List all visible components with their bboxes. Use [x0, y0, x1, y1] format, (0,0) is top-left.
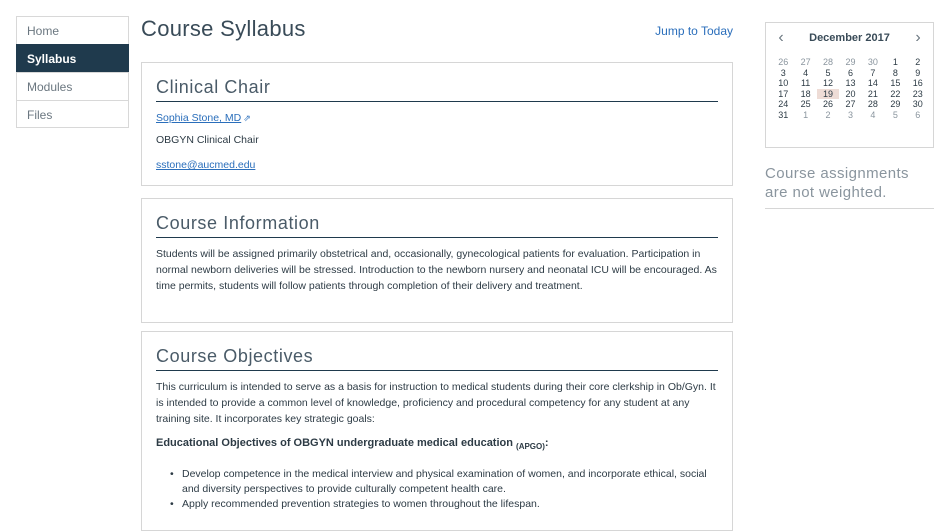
- clinical-chair-heading: Clinical Chair: [156, 63, 718, 102]
- calendar-day[interactable]: 3: [772, 68, 794, 79]
- calendar-day[interactable]: 2: [817, 110, 839, 121]
- calendar-day[interactable]: 17: [772, 89, 794, 100]
- calendar-day[interactable]: 24: [772, 99, 794, 110]
- jump-to-today-link[interactable]: Jump to Today: [655, 24, 733, 38]
- calendar-day[interactable]: 4: [862, 110, 884, 121]
- chair-name-line: Sophia Stone, MD ⇗: [156, 110, 718, 126]
- calendar-day[interactable]: 31: [772, 110, 794, 121]
- calendar-day[interactable]: 1: [794, 110, 816, 121]
- calendar-day[interactable]: 28: [862, 99, 884, 110]
- calendar-week-row: 31 1 2 3 4 5 6: [772, 110, 929, 121]
- calendar-day[interactable]: 16: [907, 78, 929, 89]
- calendar-day[interactable]: 29: [839, 57, 861, 68]
- chair-email-link[interactable]: sstone@aucmed.edu: [156, 159, 255, 171]
- calendar-day[interactable]: 27: [839, 99, 861, 110]
- calendar-day[interactable]: 30: [862, 57, 884, 68]
- course-objectives-card: Course Objectives This curriculum is int…: [141, 331, 733, 531]
- course-information-body: Students will be assigned primarily obst…: [156, 248, 717, 292]
- calendar-day[interactable]: 5: [817, 68, 839, 79]
- calendar-day[interactable]: 22: [884, 89, 906, 100]
- calendar-day[interactable]: 2: [907, 57, 929, 68]
- page-title: Course Syllabus: [141, 16, 306, 41]
- calendar-day[interactable]: 8: [884, 68, 906, 79]
- chair-name-link[interactable]: Sophia Stone, MD: [156, 112, 241, 124]
- nav-item-home[interactable]: Home: [16, 16, 129, 44]
- course-information-heading: Course Information: [156, 199, 718, 238]
- list-item: • Apply recommended prevention strategies…: [170, 497, 718, 512]
- calendar-day[interactable]: 30: [907, 99, 929, 110]
- clinical-chair-card: Clinical Chair Sophia Stone, MD ⇗ OBGYN C…: [141, 62, 733, 186]
- calendar-week-row: 3456789: [772, 68, 929, 79]
- external-link-icon: ⇗: [243, 113, 251, 123]
- calendar-day[interactable]: 26: [817, 99, 839, 110]
- calendar-day[interactable]: 26: [772, 57, 794, 68]
- assignment-weight-note: Course assignments are not weighted.: [765, 164, 934, 209]
- calendar-week-row: 17 18 19 20 21 22 23: [772, 88, 929, 100]
- calendar-day[interactable]: 28: [817, 57, 839, 68]
- calendar-week-row: 24 25 26 27 28 29 30: [772, 99, 929, 110]
- calendar-week-row: 10 11 12 13 14 15 16: [772, 78, 929, 89]
- calendar-day[interactable]: 18: [794, 89, 816, 100]
- calendar-week-row: 26 27 28 29 30 1 2: [772, 57, 929, 68]
- bullet-icon: •: [170, 468, 174, 481]
- bullet-icon: •: [170, 498, 174, 511]
- calendar-day[interactable]: 12: [817, 78, 839, 89]
- objective-text: Develop competence in the medical interv…: [182, 468, 707, 496]
- calendar-day[interactable]: 6: [907, 110, 929, 121]
- nav-item-syllabus[interactable]: Syllabus: [16, 44, 129, 72]
- calendar-day[interactable]: 10: [772, 78, 794, 89]
- calendar-day[interactable]: 29: [884, 99, 906, 110]
- educational-objectives-heading: Educational Objectives of OBGYN undergra…: [156, 435, 718, 455]
- calendar-day[interactable]: 9: [907, 68, 929, 79]
- chevron-right-icon[interactable]: ›: [909, 23, 927, 53]
- mini-calendar: ‹ December 2017 › 26 27 28 29 30 1 2 3 4 5 6 7 8 9 10 1…: [765, 22, 934, 148]
- apgo-subscript: (APGO): [516, 442, 545, 452]
- calendar-day[interactable]: 14: [862, 78, 884, 89]
- calendar-day[interactable]: 3: [839, 110, 861, 121]
- calendar-header: ‹ December 2017 ›: [766, 23, 933, 53]
- chevron-left-icon[interactable]: ‹: [772, 23, 790, 53]
- course-objectives-heading: Course Objectives: [156, 332, 718, 371]
- calendar-day[interactable]: 7: [862, 68, 884, 79]
- educational-objectives-colon: :: [544, 437, 549, 449]
- calendar-day[interactable]: 4: [794, 68, 816, 79]
- calendar-day[interactable]: 13: [839, 78, 861, 89]
- calendar-grid: 26 27 28 29 30 1 2 3 4 5 6 7 8 9 10 11 12 13 14 15 16 17 18 19 2…: [772, 57, 929, 120]
- calendar-month-label: December 2017: [809, 32, 890, 44]
- calendar-day[interactable]: 25: [794, 99, 816, 110]
- nav-item-files[interactable]: Files: [16, 100, 129, 128]
- calendar-day[interactable]: 11: [794, 78, 816, 89]
- course-information-card: Course Information Students will be assi…: [141, 198, 733, 323]
- course-nav: Home Syllabus Modules Files: [16, 16, 129, 128]
- calendar-day[interactable]: 23: [907, 89, 929, 100]
- calendar-day[interactable]: 5: [884, 110, 906, 121]
- objective-text: Apply recommended prevention strategies …: [182, 498, 540, 511]
- list-item: • Develop competence in the medical inter…: [170, 467, 718, 497]
- course-objectives-intro: This curriculum is intended to serve as …: [156, 381, 716, 425]
- calendar-day[interactable]: 1: [884, 57, 906, 68]
- calendar-day[interactable]: 15: [884, 78, 906, 89]
- calendar-day[interactable]: 20: [839, 89, 861, 100]
- calendar-day[interactable]: 21: [862, 89, 884, 100]
- calendar-day[interactable]: 19: [816, 88, 840, 99]
- calendar-day[interactable]: 27: [794, 57, 816, 68]
- objectives-list: • Develop competence in the medical inter…: [156, 467, 718, 512]
- nav-item-modules[interactable]: Modules: [16, 72, 129, 100]
- chair-email-line: sstone@aucmed.edu: [156, 157, 718, 173]
- calendar-day[interactable]: 6: [839, 68, 861, 79]
- educational-objectives-title: Educational Objectives of OBGYN undergra…: [156, 437, 513, 449]
- chair-role: OBGYN Clinical Chair: [156, 134, 259, 146]
